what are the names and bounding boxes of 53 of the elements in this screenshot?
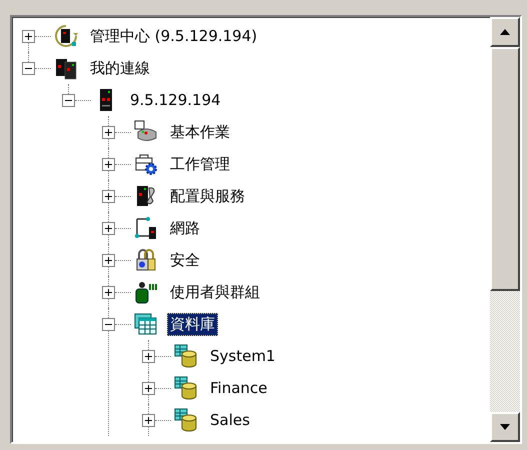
tree-item-label[interactable]: 使用者與群組 (167, 280, 263, 304)
user-icon (134, 280, 158, 304)
tree-item-label[interactable]: 工作管理 (167, 152, 233, 176)
tree-item-label[interactable]: 基本作業 (167, 120, 233, 144)
expand-button[interactable] (142, 382, 155, 394)
expand-button[interactable] (22, 30, 35, 42)
network-icon (134, 216, 158, 240)
database-icon (174, 344, 198, 368)
plus-icon (104, 224, 113, 232)
expand-button[interactable] (102, 286, 115, 298)
plus-icon (144, 352, 153, 360)
scroll-down-button[interactable] (490, 412, 520, 442)
padlock-icon (134, 248, 158, 272)
plus-icon (104, 256, 113, 264)
tree-item-label[interactable]: Sales (207, 409, 253, 431)
tree-item-label[interactable]: System1 (207, 345, 278, 367)
collapse-button[interactable] (62, 94, 75, 106)
scroll-up-button[interactable] (490, 17, 520, 47)
printer-icon (134, 120, 158, 144)
tree-item-label[interactable]: 安全 (167, 248, 203, 272)
database-icon (174, 376, 198, 400)
tree-item-label[interactable]: 我的連線 (87, 56, 153, 80)
tree-item-label[interactable]: 管理中心 (9.5.129.194) (87, 24, 260, 48)
expand-button[interactable] (142, 414, 155, 426)
tree-item-label[interactable]: 配置與服務 (167, 184, 248, 208)
collapse-button[interactable] (102, 318, 115, 330)
expand-button[interactable] (102, 126, 115, 138)
plus-icon (24, 32, 33, 40)
plus-icon (104, 160, 113, 168)
expand-button[interactable] (102, 190, 115, 202)
collapse-button[interactable] (22, 62, 35, 74)
table-icon (134, 312, 158, 336)
expand-button[interactable] (102, 222, 115, 234)
expand-button[interactable] (102, 254, 115, 266)
server-refresh-icon (54, 24, 78, 48)
down-arrow-icon (500, 424, 510, 430)
expand-button[interactable] (102, 158, 115, 170)
up-arrow-icon (500, 29, 510, 35)
servers-icon (54, 56, 78, 80)
tree-item-label[interactable]: 資料庫 (167, 312, 218, 336)
toolbox-gear-icon (134, 152, 158, 176)
tree-item-label[interactable]: 網路 (167, 216, 203, 240)
plus-icon (144, 384, 153, 392)
scrollbar-thumb[interactable] (490, 47, 520, 291)
plus-icon (104, 288, 113, 296)
tree-item-label[interactable]: Finance (207, 377, 270, 399)
expand-button[interactable] (142, 350, 155, 362)
plus-icon (144, 416, 153, 424)
database-icon (174, 408, 198, 432)
tree-item-label[interactable]: 9.5.129.194 (127, 89, 224, 111)
scrollbar[interactable] (490, 17, 520, 442)
plus-icon (104, 192, 113, 200)
plus-icon (104, 128, 113, 136)
